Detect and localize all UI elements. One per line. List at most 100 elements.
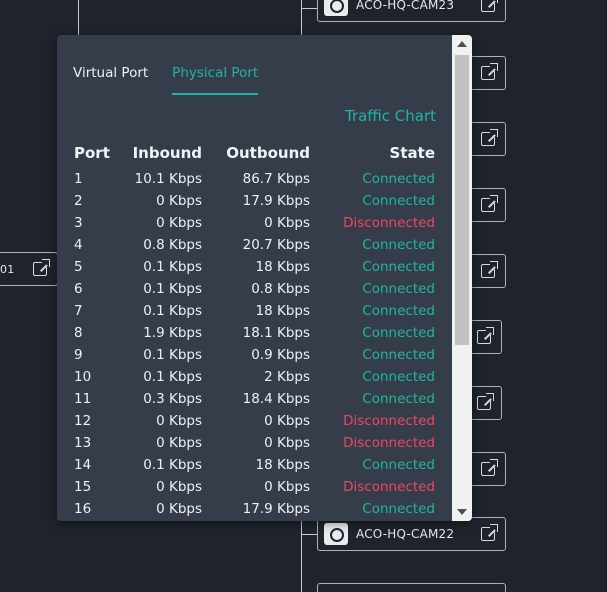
table-row: 8 1.9 Kbps 18.1 Kbps Connected: [74, 322, 435, 344]
state-cell: Connected: [362, 259, 435, 275]
inbound-cell: 0.1 Kbps: [143, 369, 202, 385]
scroll-up-icon[interactable]: [457, 41, 467, 47]
state-cell: Connected: [362, 457, 435, 473]
inbound-cell: 0.1 Kbps: [143, 281, 202, 297]
external-link-icon[interactable]: [477, 393, 494, 410]
port-tabs: Virtual Port Physical Port: [73, 65, 282, 95]
outbound-cell: 18.4 Kbps: [242, 391, 310, 407]
external-link-icon[interactable]: [481, 63, 498, 80]
table-row: 12 0 Kbps 0 Kbps Disconnected: [74, 410, 435, 432]
inbound-cell: 1.9 Kbps: [143, 325, 202, 341]
port-cell: 12: [74, 413, 92, 429]
outbound-cell: 18 Kbps: [255, 303, 311, 319]
table-row: 7 0.1 Kbps 18 Kbps Connected: [74, 300, 435, 322]
port-cell: 6: [74, 281, 83, 297]
table-header-row: Port Inbound Outbound State: [74, 144, 435, 168]
port-cell: 4: [74, 237, 83, 253]
outbound-cell: 0 Kbps: [264, 215, 310, 231]
tab-virtual-port[interactable]: Virtual Port: [73, 65, 148, 95]
state-cell: Connected: [362, 501, 435, 517]
camera-node-label: ACO-HQ-CAM22: [356, 527, 455, 541]
external-link-icon[interactable]: [481, 195, 498, 212]
inbound-cell: 0 Kbps: [156, 435, 202, 451]
column-header-outbound: Outbound: [226, 144, 310, 162]
port-cell: 16: [74, 501, 92, 517]
state-cell: Disconnected: [343, 435, 435, 451]
camera-node-label: ACO-HQ-CAM23: [356, 0, 455, 12]
state-cell: Disconnected: [343, 413, 435, 429]
inbound-cell: 0.1 Kbps: [143, 259, 202, 275]
inbound-cell: 10.1 Kbps: [134, 171, 202, 187]
inbound-cell: 0 Kbps: [156, 193, 202, 209]
outbound-cell: 18 Kbps: [255, 259, 311, 275]
switch-node-left[interactable]: 01: [0, 252, 58, 286]
scroll-down-icon[interactable]: [457, 509, 467, 515]
inbound-cell: 0.1 Kbps: [143, 303, 202, 319]
port-cell: 14: [74, 457, 92, 473]
camera-icon: [324, 523, 348, 545]
port-cell: 13: [74, 435, 92, 451]
table-row: 16 0 Kbps 17.9 Kbps Connected: [74, 498, 435, 520]
camera-node-top[interactable]: ACO-HQ-CAM23: [317, 0, 506, 22]
outbound-cell: 0.8 Kbps: [251, 281, 310, 297]
tree-connector: [301, 534, 317, 535]
external-link-icon[interactable]: [481, 129, 498, 146]
outbound-cell: 20.7 Kbps: [242, 237, 310, 253]
table-row: 9 0.1 Kbps 0.9 Kbps Connected: [74, 344, 435, 366]
port-cell: 15: [74, 479, 92, 495]
inbound-cell: 0 Kbps: [156, 501, 202, 517]
outbound-cell: 0 Kbps: [264, 479, 310, 495]
external-link-icon[interactable]: [477, 327, 494, 344]
port-status-popup: Virtual Port Physical Port Traffic Chart…: [57, 35, 472, 521]
table-row: 4 0.8 Kbps 20.7 Kbps Connected: [74, 234, 435, 256]
port-cell: 11: [74, 391, 92, 407]
outbound-cell: 0 Kbps: [264, 435, 310, 451]
column-header-port: Port: [74, 144, 110, 162]
inbound-cell: 0 Kbps: [156, 413, 202, 429]
inbound-cell: 0.8 Kbps: [143, 237, 202, 253]
tab-physical-port[interactable]: Physical Port: [172, 65, 259, 95]
table-row: 3 0 Kbps 0 Kbps Disconnected: [74, 212, 435, 234]
port-cell: 2: [74, 193, 83, 209]
port-cell: 5: [74, 259, 83, 275]
traffic-chart-link[interactable]: Traffic Chart: [345, 107, 436, 125]
external-link-icon[interactable]: [481, 0, 498, 12]
switch-node-label: 01: [0, 262, 15, 276]
outbound-cell: 17.9 Kbps: [242, 501, 310, 517]
outbound-cell: 86.7 Kbps: [242, 171, 310, 187]
outbound-cell: 2 Kbps: [264, 369, 310, 385]
port-cell: 8: [74, 325, 83, 341]
outbound-cell: 0 Kbps: [264, 413, 310, 429]
external-link-icon[interactable]: [481, 524, 498, 541]
table-row: 10 0.1 Kbps 2 Kbps Connected: [74, 366, 435, 388]
port-cell: 10: [74, 369, 92, 385]
table-row: 11 0.3 Kbps 18.4 Kbps Connected: [74, 388, 435, 410]
camera-icon: [324, 0, 348, 16]
inbound-cell: 0 Kbps: [156, 479, 202, 495]
column-header-inbound: Inbound: [132, 144, 202, 162]
outbound-cell: 17.9 Kbps: [242, 193, 310, 209]
device-node[interactable]: [317, 583, 506, 592]
state-cell: Connected: [362, 171, 435, 187]
state-cell: Connected: [362, 391, 435, 407]
port-cell: 9: [74, 347, 83, 363]
port-table: Port Inbound Outbound State 1 10.1 Kbps 86…: [74, 144, 435, 520]
inbound-cell: 0 Kbps: [156, 215, 202, 231]
outbound-cell: 0.9 Kbps: [251, 347, 310, 363]
table-row: 13 0 Kbps 0 Kbps Disconnected: [74, 432, 435, 454]
inbound-cell: 0.1 Kbps: [143, 457, 202, 473]
tree-connector: [78, 0, 79, 35]
table-row: 6 0.1 Kbps 0.8 Kbps Connected: [74, 278, 435, 300]
vertical-scrollbar[interactable]: [452, 35, 472, 521]
external-link-icon[interactable]: [33, 259, 50, 276]
state-cell: Connected: [362, 237, 435, 253]
table-row: 5 0.1 Kbps 18 Kbps Connected: [74, 256, 435, 278]
external-link-icon[interactable]: [481, 261, 498, 278]
camera-node-bottom[interactable]: ACO-HQ-CAM22: [317, 517, 506, 551]
scrollbar-thumb[interactable]: [455, 55, 469, 345]
state-cell: Connected: [362, 193, 435, 209]
state-cell: Connected: [362, 369, 435, 385]
port-cell: 1: [74, 171, 83, 187]
table-row: 14 0.1 Kbps 18 Kbps Connected: [74, 454, 435, 476]
external-link-icon[interactable]: [481, 459, 498, 476]
